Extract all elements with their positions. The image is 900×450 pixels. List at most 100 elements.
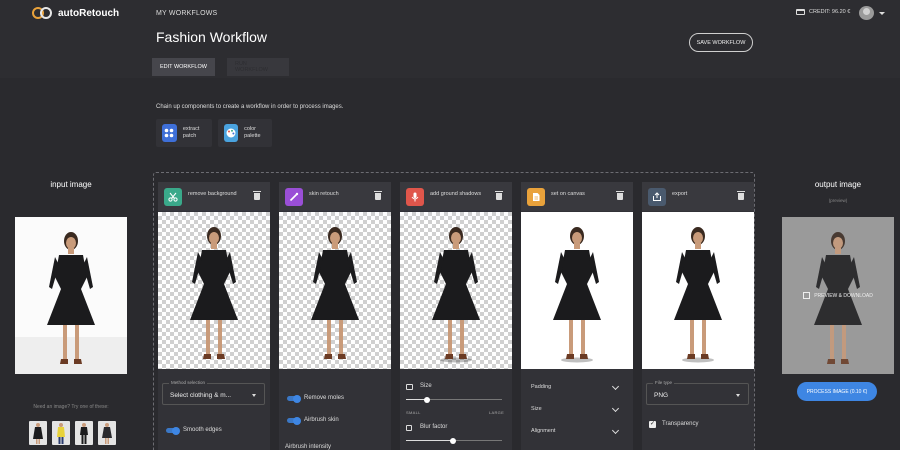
- step-preview-image: [279, 212, 391, 369]
- step-skin-retouch[interactable]: skin retouch Remove moles Airbrush skin …: [279, 182, 391, 450]
- input-image-title: input image: [50, 180, 92, 189]
- blur-icon: [406, 425, 412, 431]
- slider-knob[interactable]: [424, 396, 430, 403]
- airbrush-intensity-label: Airbrush intensity: [285, 444, 332, 450]
- step-header: skin retouch: [279, 182, 391, 211]
- sample-images-hint: Need an image? Try one of these:: [33, 404, 109, 410]
- smooth-edges-label: Smooth edges: [183, 427, 222, 433]
- trash-icon[interactable]: [495, 191, 503, 200]
- workflow-tabs: EDIT WORKFLOW RUN WORKFLOW: [152, 58, 289, 76]
- size-icon: [406, 384, 413, 390]
- step-preview-image: [158, 212, 270, 369]
- step-preview-image: [400, 212, 512, 369]
- preview-download-label: PREVIEW & DOWNLOAD: [814, 292, 873, 299]
- size-dropdown[interactable]: Size: [531, 406, 542, 412]
- component-color-palette[interactable]: color palette: [218, 119, 272, 147]
- chevron-down-icon[interactable]: [611, 404, 620, 413]
- sample-thumbnail[interactable]: [75, 421, 93, 445]
- step-header: add ground shadows: [400, 182, 512, 211]
- output-image-title: output image: [814, 180, 862, 189]
- trash-icon[interactable]: [374, 191, 382, 200]
- model-photo: [553, 227, 601, 363]
- step-export[interactable]: export File type PNG ✓ Transparency: [642, 182, 754, 450]
- method-selection-dropdown[interactable]: Method selection Select clothing & m...: [162, 380, 265, 405]
- canvas-icon: [527, 188, 545, 206]
- method-selection-label: Method selection: [169, 380, 208, 385]
- credit-display: CREDIT: 96.20 €: [796, 9, 850, 15]
- process-image-button[interactable]: PROCESS IMAGE (0.10 €): [797, 382, 877, 401]
- credit-amount: CREDIT: 96.20 €: [809, 9, 851, 15]
- save-workflow-button[interactable]: SAVE WORKFLOW: [689, 33, 753, 52]
- expand-icon: [803, 292, 811, 299]
- step-header: remove background: [158, 182, 270, 211]
- airbrush-skin-label: Airbrush skin: [304, 417, 339, 423]
- remove-moles-label: Remove moles: [304, 395, 345, 401]
- padding-dropdown[interactable]: Padding: [531, 384, 551, 390]
- brand-name: autoRetouch: [58, 7, 120, 19]
- sample-thumbnails: [29, 421, 116, 445]
- component-label: extract patch: [182, 126, 200, 139]
- input-image[interactable]: [15, 217, 127, 374]
- model-photo: [190, 227, 238, 359]
- airbrush-skin-toggle[interactable]: [287, 416, 301, 425]
- component-extract-patch[interactable]: extract patch: [156, 119, 212, 147]
- smooth-edges-toggle[interactable]: [166, 426, 180, 435]
- slider-knob[interactable]: [450, 437, 456, 444]
- chevron-down-icon[interactable]: [611, 426, 620, 435]
- alignment-dropdown[interactable]: Alignment: [531, 428, 555, 434]
- file-type-value: PNG: [654, 392, 669, 399]
- logo-icon: [32, 7, 52, 19]
- step-label: set on canvas: [551, 191, 585, 197]
- sample-thumbnail[interactable]: [98, 421, 116, 445]
- model-photo: [674, 227, 722, 363]
- step-remove-background[interactable]: remove background Method selection Selec…: [158, 182, 270, 450]
- step-preview-image: [642, 212, 754, 369]
- transparency-checkbox[interactable]: ✓: [649, 421, 656, 428]
- step-label: remove background: [188, 191, 237, 197]
- component-label: color palette: [244, 126, 261, 139]
- model-photo: [432, 227, 480, 363]
- size-label: Size: [420, 383, 432, 389]
- tab-run-workflow[interactable]: RUN WORKFLOW: [226, 58, 289, 76]
- step-set-on-canvas[interactable]: set on canvas Padding Size Alignment: [521, 182, 633, 450]
- chevron-down-icon[interactable]: [611, 382, 620, 391]
- sample-thumbnail[interactable]: [52, 421, 70, 445]
- grid-icon: [162, 124, 177, 142]
- transparency-label: Transparency: [662, 421, 699, 427]
- trash-icon[interactable]: [737, 191, 745, 200]
- top-bar: [0, 0, 900, 78]
- file-type-label: File type: [653, 380, 675, 385]
- shadow-icon: [406, 188, 424, 206]
- blur-factor-slider[interactable]: [406, 437, 502, 444]
- step-add-ground-shadows[interactable]: add ground shadows Size SMALL LARGE Blur…: [400, 182, 512, 450]
- page-title: Fashion Workflow: [156, 29, 268, 45]
- chevron-down-icon[interactable]: [879, 12, 885, 15]
- model-photo: [15, 232, 127, 374]
- intro-text: Chain up components to create a workflow…: [156, 104, 344, 110]
- output-preview-note: (preview): [828, 198, 848, 203]
- caret-down-icon: [736, 394, 740, 397]
- trash-icon[interactable]: [253, 191, 261, 200]
- step-label: skin retouch: [309, 191, 339, 197]
- logo[interactable]: autoRetouch: [32, 7, 119, 19]
- file-type-dropdown[interactable]: File type PNG: [646, 380, 749, 405]
- step-label: add ground shadows: [430, 191, 482, 197]
- output-preview[interactable]: PREVIEW & DOWNLOAD: [782, 217, 894, 374]
- remove-moles-toggle[interactable]: [287, 394, 301, 403]
- preview-download-overlay[interactable]: PREVIEW & DOWNLOAD: [782, 217, 894, 374]
- avatar[interactable]: [859, 6, 874, 20]
- palette-icon: [224, 124, 239, 142]
- shadow-size-slider[interactable]: [406, 396, 502, 403]
- trash-icon[interactable]: [616, 191, 624, 200]
- slider-max-label: LARGE: [489, 410, 505, 415]
- credit-card-icon: [796, 9, 805, 15]
- model-photo: [311, 227, 359, 359]
- slider-min-label: SMALL: [406, 410, 421, 415]
- my-workflows-link[interactable]: MY WORKFLOWS: [156, 10, 217, 17]
- step-preview-image: [521, 212, 633, 369]
- tab-edit-workflow[interactable]: EDIT WORKFLOW: [152, 58, 215, 76]
- blur-factor-label: Blur factor: [420, 424, 448, 430]
- step-header: export: [642, 182, 754, 211]
- brush-icon: [285, 188, 303, 206]
- sample-thumbnail[interactable]: [29, 421, 47, 445]
